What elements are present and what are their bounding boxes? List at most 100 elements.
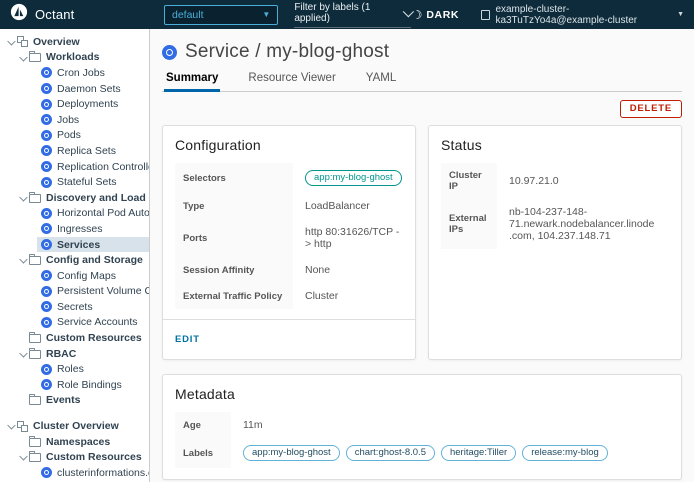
label-pill[interactable]: chart:ghost-8.0.5 bbox=[346, 445, 435, 461]
sidebar-item-label: Roles bbox=[57, 363, 84, 375]
sidebar-item-replication-controllers[interactable]: Replication Controllers bbox=[0, 159, 149, 175]
delete-button[interactable]: DELETE bbox=[620, 100, 682, 118]
chevron-down-icon bbox=[16, 195, 29, 201]
sidebar-item-label: Replication Controllers bbox=[57, 161, 149, 173]
resource-icon bbox=[41, 114, 52, 125]
sidebar-item-clusterinformations-crd-projec[interactable]: clusterinformations.crd.projec bbox=[0, 465, 149, 481]
sidebar-item-service-accounts[interactable]: Service Accounts bbox=[0, 315, 149, 331]
chevron-down-icon: ▼ bbox=[677, 11, 684, 18]
sidebar-item-services[interactable]: Services bbox=[0, 237, 149, 253]
chevron-down-icon bbox=[16, 351, 29, 357]
sidebar-item-custom-resources[interactable]: Custom Resources bbox=[0, 449, 149, 465]
folder-icon bbox=[29, 53, 41, 62]
field-label: Age bbox=[175, 412, 231, 438]
metadata-card: Metadata Age11mLabelsapp:my-blog-ghostch… bbox=[162, 374, 682, 480]
sidebar-item-overview[interactable]: Overview bbox=[0, 34, 149, 50]
label-pill[interactable]: release:my-blog bbox=[522, 445, 608, 461]
label-pill[interactable]: heritage:Tiller bbox=[441, 445, 516, 461]
configuration-card-title: Configuration bbox=[175, 137, 403, 153]
sidebar-item-roles[interactable]: Roles bbox=[0, 361, 149, 377]
resource-icon bbox=[41, 177, 52, 188]
sidebar-item-discovery-and-load-balancing[interactable]: Discovery and Load Balancing bbox=[0, 190, 149, 206]
resource-icon bbox=[41, 83, 52, 94]
folder-icon bbox=[29, 396, 41, 405]
field-value: Cluster bbox=[293, 283, 414, 309]
sidebar-item-label: Cluster Overview bbox=[33, 420, 119, 432]
theme-toggle[interactable]: ☾ DARK bbox=[411, 8, 459, 22]
sidebar-item-horizontal-pod-autoscalers[interactable]: Horizontal Pod Autoscalers bbox=[0, 206, 149, 222]
chevron-down-icon: ▼ bbox=[262, 10, 270, 19]
cluster-context-menu[interactable]: example-cluster-ka3TuTzYo4a@example-clus… bbox=[481, 4, 684, 26]
field-value: 10.97.21.0 bbox=[497, 163, 669, 199]
app-header: Octant default ▼ Filter by labels (1 app… bbox=[0, 0, 694, 29]
field-label: Session Affinity bbox=[175, 257, 293, 283]
sidebar-item-label: Ingresses bbox=[57, 223, 103, 235]
folder-icon bbox=[29, 334, 41, 343]
sidebar-item-persistent-volume-claims[interactable]: Persistent Volume Claims bbox=[0, 284, 149, 300]
sidebar-item-ingresses[interactable]: Ingresses bbox=[0, 221, 149, 237]
sidebar-item-label: Cron Jobs bbox=[57, 67, 105, 79]
chevron-down-icon bbox=[16, 55, 29, 61]
sidebar-item-namespaces[interactable]: Namespaces bbox=[0, 434, 149, 450]
moon-icon: ☾ bbox=[411, 8, 422, 22]
resource-icon bbox=[41, 130, 52, 141]
resource-icon bbox=[41, 286, 52, 297]
sidebar-item-replica-sets[interactable]: Replica Sets bbox=[0, 143, 149, 159]
sidebar-item-label: Replica Sets bbox=[57, 145, 116, 157]
tab-summary[interactable]: Summary bbox=[164, 72, 220, 92]
sidebar-item-daemon-sets[interactable]: Daemon Sets bbox=[0, 81, 149, 97]
sidebar-item-config-maps[interactable]: Config Maps bbox=[0, 268, 149, 284]
status-card-title: Status bbox=[441, 137, 669, 153]
main-content: Service / my-blog-ghost Summary Resource … bbox=[150, 29, 694, 482]
folder-icon bbox=[29, 350, 41, 359]
sidebar-item-config-and-storage[interactable]: Config and Storage bbox=[0, 252, 149, 268]
sidebar-item-cluster-overview[interactable]: Cluster Overview bbox=[0, 418, 149, 434]
field-value: None bbox=[293, 257, 414, 283]
resource-icon bbox=[41, 467, 52, 478]
sidebar-item-secrets[interactable]: Secrets bbox=[0, 299, 149, 315]
cluster-icon bbox=[481, 10, 490, 20]
field-value: app:my-blog-ghost bbox=[293, 163, 414, 193]
field-label: External IPs bbox=[441, 199, 497, 249]
sidebar-item-label: Deployments bbox=[57, 98, 118, 110]
sidebar-item-stateful-sets[interactable]: Stateful Sets bbox=[0, 174, 149, 190]
sidebar-item-label: Persistent Volume Claims bbox=[57, 285, 149, 297]
sidebar-item-pods[interactable]: Pods bbox=[0, 128, 149, 144]
sidebar-item-label: Config Maps bbox=[57, 270, 116, 282]
field-label: Ports bbox=[175, 219, 293, 257]
field-label: Labels bbox=[175, 438, 231, 468]
selector-pill[interactable]: app:my-blog-ghost bbox=[305, 170, 402, 186]
app-title: Octant bbox=[35, 7, 75, 22]
sidebar-item-label: Daemon Sets bbox=[57, 83, 121, 95]
page-title: Service / my-blog-ghost bbox=[185, 41, 389, 63]
sidebar-item-label: Pods bbox=[57, 129, 81, 141]
sidebar-item-custom-resources[interactable]: Custom Resources bbox=[0, 330, 149, 346]
tab-bar: Summary Resource Viewer YAML bbox=[162, 72, 682, 92]
sidebar-item-label: Namespaces bbox=[46, 436, 110, 448]
sidebar-item-workloads[interactable]: Workloads bbox=[0, 50, 149, 66]
resource-icon bbox=[41, 301, 52, 312]
namespace-select[interactable]: default ▼ bbox=[164, 5, 278, 25]
sidebar-item-jobs[interactable]: Jobs bbox=[0, 112, 149, 128]
sidebar-item-events[interactable]: Events bbox=[0, 393, 149, 409]
octant-app: Octant default ▼ Filter by labels (1 app… bbox=[0, 0, 694, 482]
resource-icon bbox=[41, 145, 52, 156]
namespace-value: default bbox=[172, 9, 204, 21]
tab-yaml[interactable]: YAML bbox=[364, 72, 398, 91]
edit-link[interactable]: EDIT bbox=[175, 334, 200, 345]
label-pill[interactable]: app:my-blog-ghost bbox=[243, 445, 340, 461]
label-filter-text: Filter by labels (1 applied) bbox=[294, 2, 403, 24]
sidebar-item-deployments[interactable]: Deployments bbox=[0, 96, 149, 112]
label-filter[interactable]: Filter by labels (1 applied) bbox=[294, 2, 411, 28]
resource-icon bbox=[41, 99, 52, 110]
sidebar-item-role-bindings[interactable]: Role Bindings bbox=[0, 377, 149, 393]
field-label: Cluster IP bbox=[441, 163, 497, 199]
sidebar-item-cron-jobs[interactable]: Cron Jobs bbox=[0, 65, 149, 81]
resource-icon bbox=[41, 223, 52, 234]
applications-icon bbox=[17, 421, 28, 432]
folder-icon bbox=[29, 194, 41, 203]
resource-icon bbox=[41, 379, 52, 390]
tab-resource-viewer[interactable]: Resource Viewer bbox=[246, 72, 337, 91]
page-title-row: Service / my-blog-ghost bbox=[162, 41, 682, 63]
sidebar-item-rbac[interactable]: RBAC bbox=[0, 346, 149, 362]
